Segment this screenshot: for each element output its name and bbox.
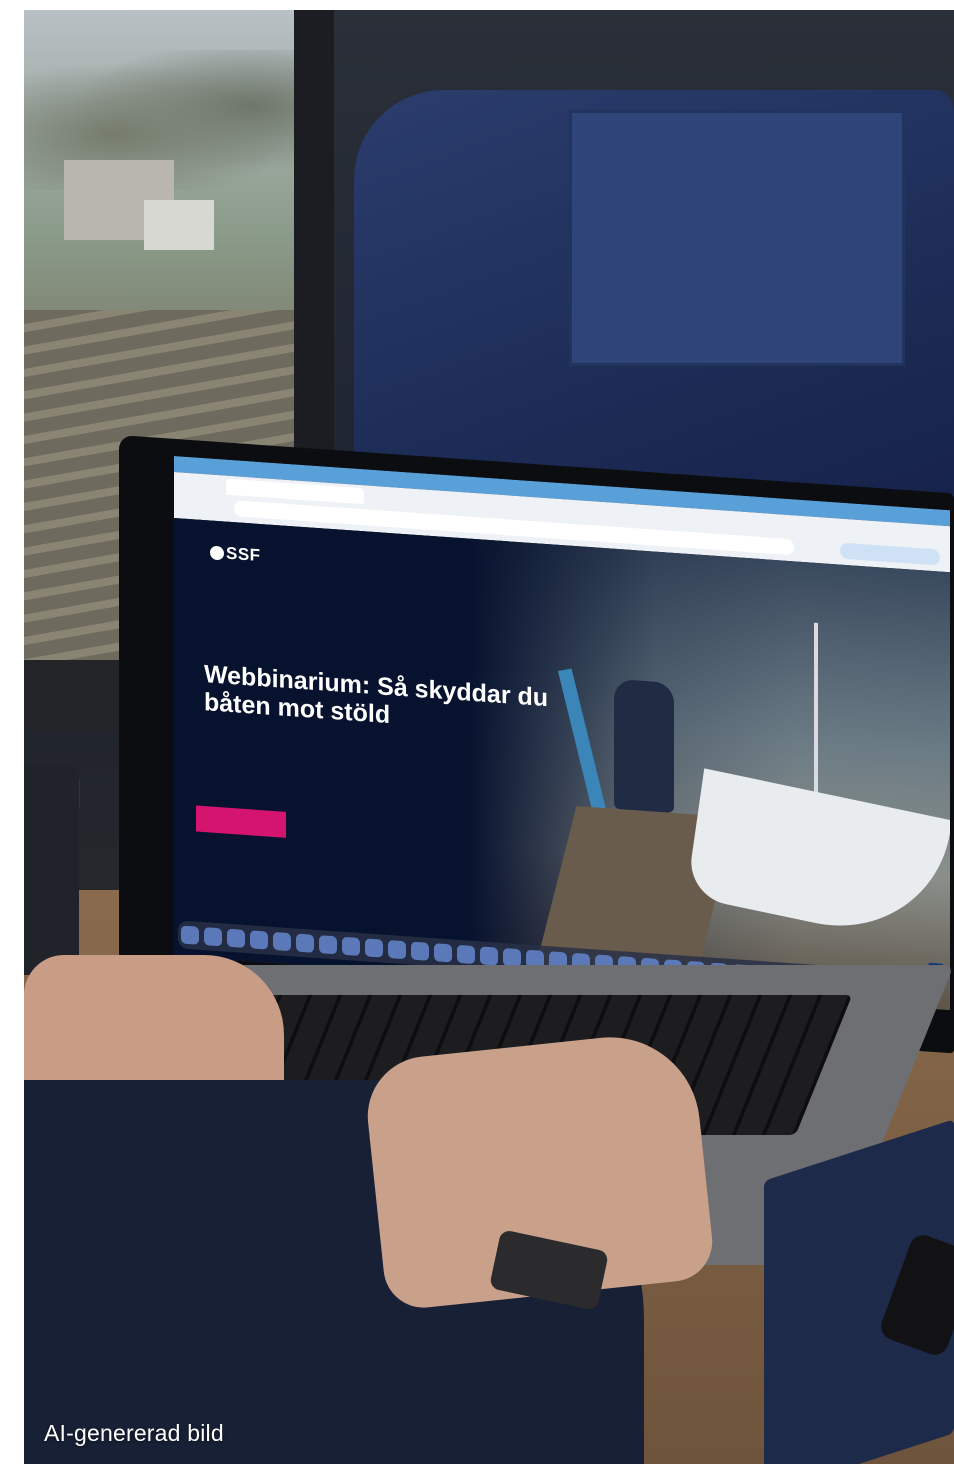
ai-generated-caption: AI-genererad bild bbox=[44, 1420, 224, 1446]
app-icon bbox=[227, 928, 245, 948]
app-icon bbox=[434, 943, 452, 963]
sailboat bbox=[686, 768, 950, 948]
house bbox=[144, 200, 214, 250]
app-icon bbox=[204, 927, 222, 947]
register-button bbox=[196, 805, 286, 838]
app-icon bbox=[319, 935, 337, 955]
app-icon bbox=[365, 938, 383, 958]
logo-icon bbox=[210, 545, 224, 561]
site-logo-text: SSF bbox=[226, 543, 261, 566]
site-logo: SSF bbox=[210, 543, 261, 567]
app-icon bbox=[181, 925, 199, 945]
app-icon bbox=[250, 930, 268, 950]
app-icon bbox=[411, 941, 429, 961]
app-icon bbox=[273, 931, 291, 952]
coffee-cup bbox=[24, 765, 79, 975]
photo: SSF Webbinarium: Så skyddar du båten mot… bbox=[24, 10, 954, 1464]
seat-headrest bbox=[569, 110, 905, 366]
app-icon bbox=[480, 946, 498, 966]
hero-title: Webbinarium: Så skyddar du båten mot stö… bbox=[204, 660, 584, 743]
person-on-dock bbox=[614, 678, 674, 813]
website: SSF Webbinarium: Så skyddar du båten mot… bbox=[174, 518, 950, 1011]
app-icon bbox=[388, 939, 406, 960]
app-icon bbox=[457, 944, 475, 965]
app-icon bbox=[342, 936, 360, 957]
app-icon bbox=[296, 933, 314, 953]
browser-extension-button bbox=[840, 542, 940, 566]
laptop-screen: SSF Webbinarium: Så skyddar du båten mot… bbox=[174, 456, 950, 1011]
